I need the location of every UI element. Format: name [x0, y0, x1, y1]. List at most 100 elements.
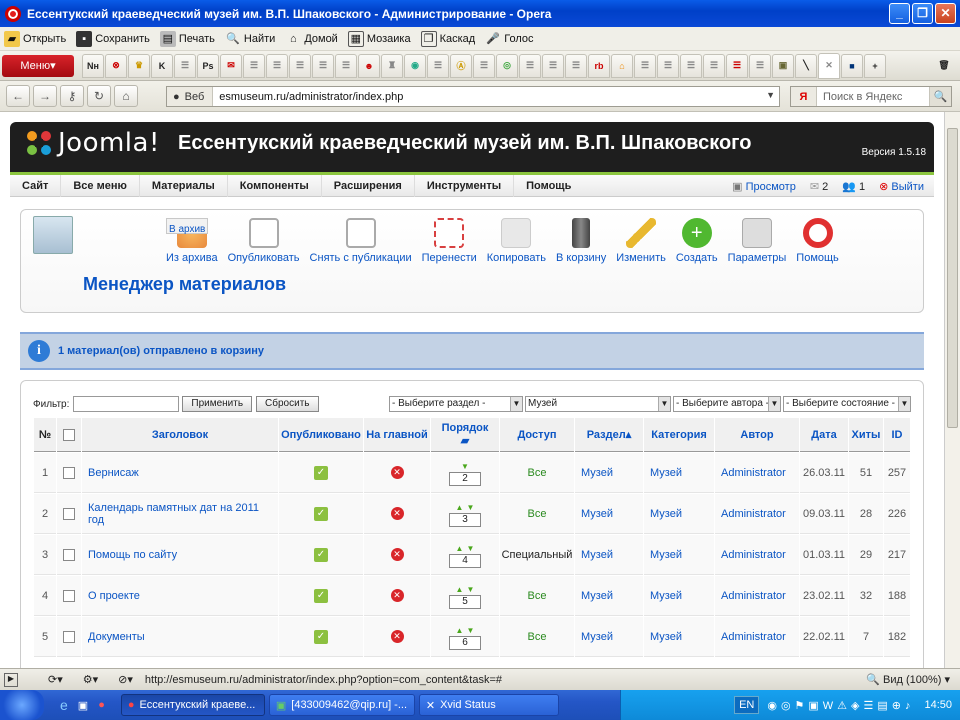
dropdown-icon[interactable]: ▼	[766, 90, 775, 100]
tab[interactable]: ☰	[243, 53, 265, 78]
row-author[interactable]: Administrator	[715, 617, 799, 657]
row-access[interactable]: Все	[500, 494, 574, 534]
menu-content[interactable]: Материалы	[140, 174, 228, 197]
tab[interactable]: ✉	[220, 53, 242, 78]
tab[interactable]: ☰	[726, 53, 748, 78]
menu-tools[interactable]: Инструменты	[415, 174, 515, 197]
reload-button[interactable]: ↻	[87, 85, 111, 107]
row-checkbox[interactable]	[63, 507, 75, 520]
search-field[interactable]: Я Поиск в Яндекс 🔍	[790, 86, 952, 107]
edit-button[interactable]: Изменить	[616, 218, 666, 264]
tab[interactable]: Ps	[197, 53, 219, 78]
published-check-icon[interactable]: ✓	[314, 547, 328, 562]
col-hits[interactable]: Хиты	[849, 418, 883, 452]
state-select[interactable]: - Выберите состояние - ▼	[783, 396, 911, 412]
row-title-link[interactable]: О проекте	[82, 576, 278, 616]
tab[interactable]: ☰	[473, 53, 495, 78]
move-up-icon[interactable]: ▲	[456, 503, 464, 512]
published-check-icon[interactable]: ✓	[314, 465, 328, 480]
trash-button[interactable]: В корзину	[556, 218, 606, 264]
row-title-link[interactable]: Помощь по сайту	[82, 535, 278, 575]
col-author[interactable]: Автор	[715, 418, 799, 452]
row-published[interactable]: ✓	[279, 453, 363, 493]
row-section[interactable]: Музей	[575, 576, 643, 616]
save-order-icon[interactable]: ▰	[461, 435, 469, 447]
help-button[interactable]: Помощь	[796, 218, 839, 264]
section-select[interactable]: - Выберите раздел - ▼	[389, 396, 523, 412]
opera-menu-button[interactable]: Меню ▾	[2, 54, 74, 77]
address-field[interactable]: ● Веб esmuseum.ru/administrator/index.php…	[166, 86, 780, 107]
panel-toggle-icon[interactable]: ▶	[4, 672, 18, 687]
parameters-button[interactable]: Параметры	[728, 218, 786, 264]
tab[interactable]: ♛	[128, 53, 150, 78]
minimize-button[interactable]: _	[889, 3, 910, 24]
menu-help[interactable]: Помощь	[514, 175, 583, 197]
share-icon[interactable]: ⚙▾	[83, 673, 98, 686]
col-order[interactable]: Порядок ▰	[431, 418, 499, 452]
published-check-icon[interactable]: ✓	[314, 588, 328, 603]
not-featured-icon[interactable]: ✕	[390, 548, 404, 561]
apply-button[interactable]: Применить	[182, 396, 253, 412]
row-title-link[interactable]: Вернисаж	[82, 453, 278, 493]
row-author[interactable]: Administrator	[715, 494, 799, 534]
opera-quicklaunch-icon[interactable]: ●	[98, 699, 105, 711]
not-featured-icon[interactable]: ✕	[390, 589, 404, 602]
row-access[interactable]: Все	[500, 617, 574, 657]
tab[interactable]: ◉	[404, 53, 426, 78]
col-category[interactable]: Категория	[644, 418, 714, 452]
not-featured-icon[interactable]: ✕	[390, 630, 404, 643]
col-date[interactable]: Дата	[800, 418, 848, 452]
tray-icons[interactable]: ◉◎⚑▣W⚠◈☰▤⊕♪	[767, 699, 914, 712]
row-select[interactable]	[57, 453, 81, 493]
menu-all-menus[interactable]: Все меню	[61, 174, 140, 197]
row-section[interactable]: Музей	[575, 617, 643, 657]
col-select-all[interactable]	[57, 418, 81, 452]
row-front[interactable]: ✕	[364, 453, 430, 493]
cascade-button[interactable]: ❐ Каскад	[420, 30, 475, 47]
move-button[interactable]: Перенести	[422, 218, 477, 264]
tab[interactable]: ☰	[657, 53, 679, 78]
tab[interactable]: ☰	[749, 53, 771, 78]
not-featured-icon[interactable]: ✕	[390, 507, 404, 520]
voice-button[interactable]: 🎤 Голос	[485, 31, 533, 47]
close-button[interactable]: ✕	[935, 3, 956, 24]
tab[interactable]: Nн	[82, 53, 104, 78]
row-published[interactable]: ✓	[279, 494, 363, 534]
key-icon[interactable]: ⚷	[60, 85, 84, 107]
taskbar-item-qip[interactable]: ▣ [433009462@qip.ru] -...	[268, 694, 415, 716]
tab[interactable]: ☰	[427, 53, 449, 78]
back-button[interactable]: ←	[6, 85, 30, 107]
language-indicator[interactable]: EN	[734, 696, 760, 714]
row-front[interactable]: ✕	[364, 576, 430, 616]
menu-site[interactable]: Сайт	[10, 174, 62, 197]
row-category[interactable]: Музей	[644, 535, 714, 575]
row-category[interactable]: Музей	[644, 576, 714, 616]
published-check-icon[interactable]: ✓	[314, 506, 328, 521]
tab[interactable]: ☰	[680, 53, 702, 78]
desktop-icon[interactable]: ▣	[78, 699, 88, 712]
row-select[interactable]	[57, 576, 81, 616]
row-section[interactable]: Музей	[575, 535, 643, 575]
col-title[interactable]: Заголовок	[82, 418, 278, 452]
preview-link[interactable]: ▣ Просмотр	[732, 180, 796, 193]
trash-icon[interactable]: 🗑	[933, 54, 955, 78]
tab[interactable]: ◎	[496, 53, 518, 78]
sync-icon[interactable]: ⟳▾	[48, 673, 63, 686]
row-checkbox[interactable]	[63, 466, 75, 479]
tab[interactable]: ▣	[772, 53, 794, 78]
tab[interactable]: ☰	[289, 53, 311, 78]
move-down-icon[interactable]: ▼	[467, 585, 475, 594]
published-check-icon[interactable]: ✓	[314, 629, 328, 644]
tab[interactable]: ■	[841, 53, 863, 78]
tab[interactable]: ☰	[565, 53, 587, 78]
move-down-icon[interactable]: ▼	[467, 626, 475, 635]
menu-extensions[interactable]: Расширения	[322, 174, 415, 197]
copy-button[interactable]: Копировать	[487, 218, 546, 264]
scroll-thumb[interactable]	[947, 128, 958, 428]
row-section[interactable]: Музей	[575, 453, 643, 493]
row-access[interactable]: Все	[500, 453, 574, 493]
row-title-link[interactable]: Календарь памятных дат на 2011 год	[82, 494, 278, 534]
zoom-control[interactable]: 🔍 Вид (100%) ▾	[866, 673, 950, 686]
tab[interactable]: ☰	[542, 53, 564, 78]
tab[interactable]: ☰	[519, 53, 541, 78]
